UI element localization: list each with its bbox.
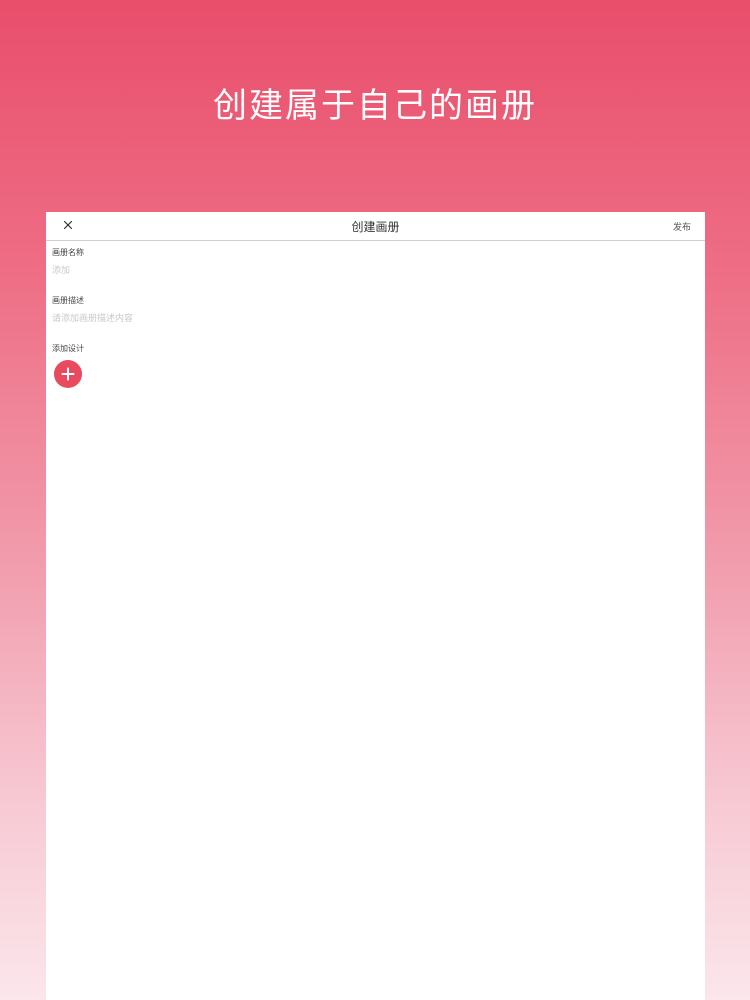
album-desc-label: 画册描述 (52, 296, 84, 305)
album-name-input[interactable] (52, 260, 699, 276)
add-design-label: 添加设计 (52, 344, 84, 353)
promo-headline: 创建属于自己的画册 (213, 86, 537, 126)
album-desc-field-group: 画册描述 (52, 295, 699, 341)
nav-bar: 创建画册 发布 (46, 212, 705, 241)
add-design-button[interactable] (54, 360, 82, 388)
device-screen: 创建画册 发布 画册名称 画册描述 添加设计 (46, 212, 705, 1000)
album-name-field-group: 画册名称 (52, 247, 699, 293)
album-form: 画册名称 画册描述 添加设计 (46, 241, 705, 392)
page-title: 创建画册 (351, 219, 400, 234)
publish-button[interactable]: 发布 (673, 220, 691, 233)
album-desc-input[interactable] (52, 308, 699, 324)
close-button[interactable] (60, 217, 76, 233)
album-name-label: 画册名称 (52, 248, 84, 257)
plus-icon (61, 367, 75, 381)
close-icon (63, 220, 73, 230)
